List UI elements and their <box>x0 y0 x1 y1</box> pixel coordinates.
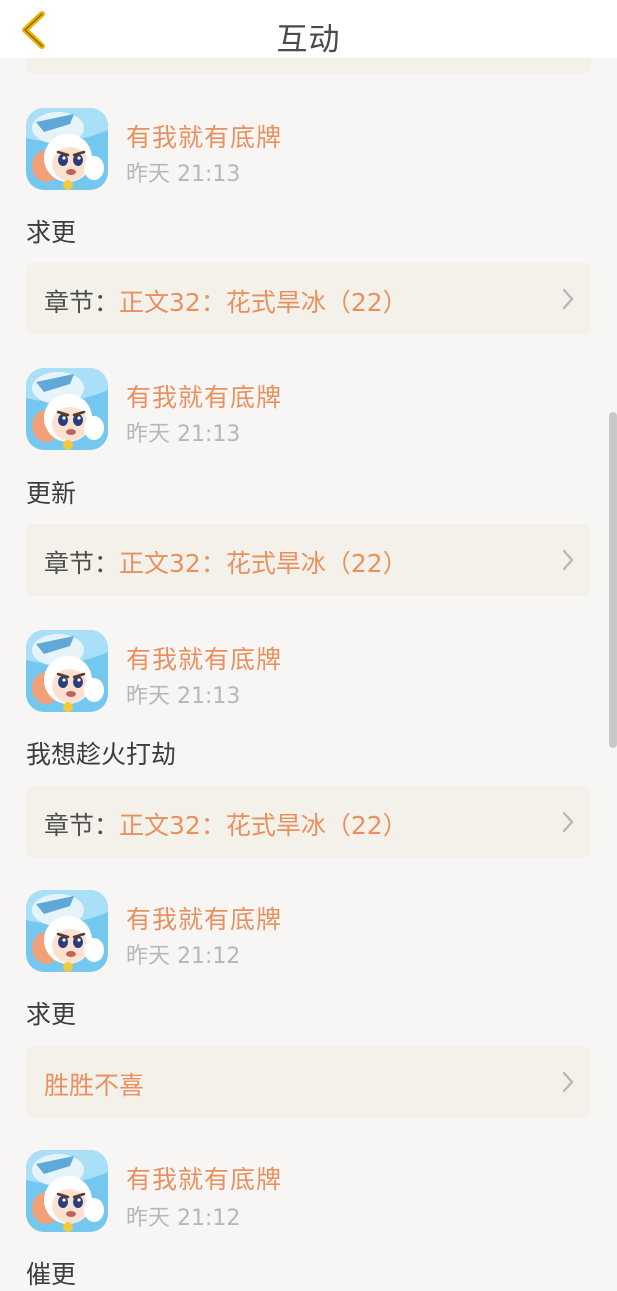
goat-avatar-image <box>26 890 108 972</box>
timestamp: 昨天 21:13 <box>126 162 241 187</box>
username[interactable]: 有我就有底牌 <box>126 1160 282 1196</box>
goat-avatar-image <box>26 368 108 450</box>
chapter-title: 正文32：花式旱冰（22） <box>119 549 408 578</box>
chevron-right-icon <box>562 1071 574 1093</box>
timestamp: 昨天 21:12 <box>126 944 241 969</box>
chapter-title: 正文32：花式旱冰（22） <box>119 811 408 840</box>
chevron-right-icon <box>562 811 574 833</box>
avatar[interactable] <box>26 630 108 712</box>
username[interactable]: 有我就有底牌 <box>126 900 282 936</box>
chapter-link-text: 章节：正文32：花式旱冰（22） <box>44 806 408 842</box>
chapter-link-card[interactable]: 章节：正文32：花式旱冰（22） <box>26 524 591 596</box>
timestamp: 昨天 21:13 <box>126 422 241 447</box>
goat-avatar-image <box>26 630 108 712</box>
top-bar: 互动 <box>0 0 617 58</box>
scrollbar[interactable] <box>609 412 617 748</box>
goat-avatar-image <box>26 1150 108 1232</box>
book-title: 胜胜不喜 <box>44 1071 145 1100</box>
username[interactable]: 有我就有底牌 <box>126 378 282 414</box>
comment-text: 我想趁火打劫 <box>26 740 177 769</box>
avatar[interactable] <box>26 108 108 190</box>
comment-text: 求更 <box>26 218 77 247</box>
chapter-link-text: 章节：正文32：花式旱冰（22） <box>44 283 408 319</box>
book-link-text: 胜胜不喜 <box>44 1066 144 1102</box>
chapter-link-card[interactable]: 章节：正文32：花式旱冰（22） <box>26 263 591 335</box>
timestamp: 昨天 21:12 <box>126 1206 241 1231</box>
username[interactable]: 有我就有底牌 <box>126 118 282 154</box>
chevron-right-icon <box>562 288 574 310</box>
chapter-link-text: 章节：正文32：花式旱冰（22） <box>44 544 408 580</box>
timestamp: 昨天 21:13 <box>126 684 241 709</box>
chapter-title: 正文32：花式旱冰（22） <box>119 288 408 317</box>
comment-text: 求更 <box>26 1000 77 1029</box>
chapter-link-card[interactable]: 章节：正文32：花式旱冰（22） <box>26 786 591 858</box>
chevron-right-icon <box>562 549 574 571</box>
comment-text: 催更 <box>26 1260 77 1289</box>
avatar[interactable] <box>26 1150 108 1232</box>
avatar[interactable] <box>26 890 108 972</box>
avatar[interactable] <box>26 368 108 450</box>
chapter-prefix: 章节： <box>44 549 120 578</box>
username[interactable]: 有我就有底牌 <box>126 640 282 676</box>
comment-text: 更新 <box>26 479 77 508</box>
goat-avatar-image <box>26 108 108 190</box>
page-title: 互动 <box>276 22 341 58</box>
chapter-prefix: 章节： <box>44 811 120 840</box>
book-link-card[interactable]: 胜胜不喜 <box>26 1046 591 1118</box>
chapter-prefix: 章节： <box>44 288 120 317</box>
